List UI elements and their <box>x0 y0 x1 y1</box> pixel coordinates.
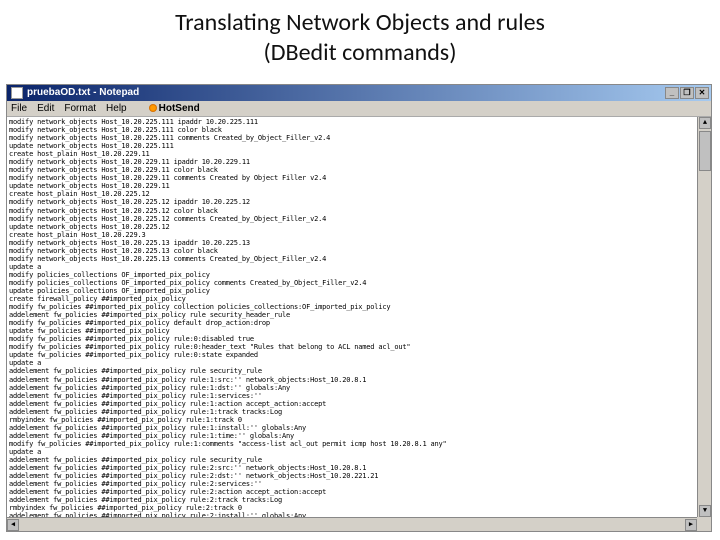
menu-hotsend[interactable]: HotSend <box>149 103 200 115</box>
titlebar[interactable]: pruebaOD.txt - Notepad _ ❐ ✕ <box>7 85 711 101</box>
scroll-right-button[interactable]: ▶ <box>685 519 697 531</box>
scroll-down-button[interactable]: ▼ <box>699 505 711 517</box>
hotsend-icon <box>149 104 157 112</box>
slide-title: Translating Network Objects and rules (D… <box>0 0 720 72</box>
notepad-icon <box>11 87 23 99</box>
scrollbar-vertical[interactable]: ▲ ▼ <box>697 117 711 517</box>
scrollbar-corner <box>697 517 711 531</box>
minimize-button[interactable]: _ <box>665 87 679 99</box>
window-title: pruebaOD.txt - Notepad <box>27 87 665 99</box>
menu-file[interactable]: File <box>11 103 27 115</box>
window-buttons: _ ❐ ✕ <box>665 87 709 99</box>
slide-title-line1: Translating Network Objects and rules <box>40 8 680 38</box>
editor-textarea[interactable]: modify network_objects Host_10.20.225.11… <box>7 117 711 531</box>
slide-title-line2: (DBedit commands) <box>40 38 680 68</box>
scroll-thumb-vertical[interactable] <box>699 131 711 171</box>
notepad-window: pruebaOD.txt - Notepad _ ❐ ✕ File Edit F… <box>6 84 712 532</box>
menu-edit[interactable]: Edit <box>37 103 54 115</box>
maximize-button[interactable]: ❐ <box>680 87 694 99</box>
menu-help[interactable]: Help <box>106 103 127 115</box>
scroll-left-button[interactable]: ◀ <box>7 519 19 531</box>
menubar: File Edit Format Help HotSend <box>7 101 711 117</box>
scrollbar-horizontal[interactable]: ◀ ▶ <box>7 517 697 531</box>
hotsend-label: HotSend <box>159 103 200 114</box>
close-button[interactable]: ✕ <box>695 87 709 99</box>
scroll-up-button[interactable]: ▲ <box>699 117 711 129</box>
menu-format[interactable]: Format <box>64 103 96 115</box>
